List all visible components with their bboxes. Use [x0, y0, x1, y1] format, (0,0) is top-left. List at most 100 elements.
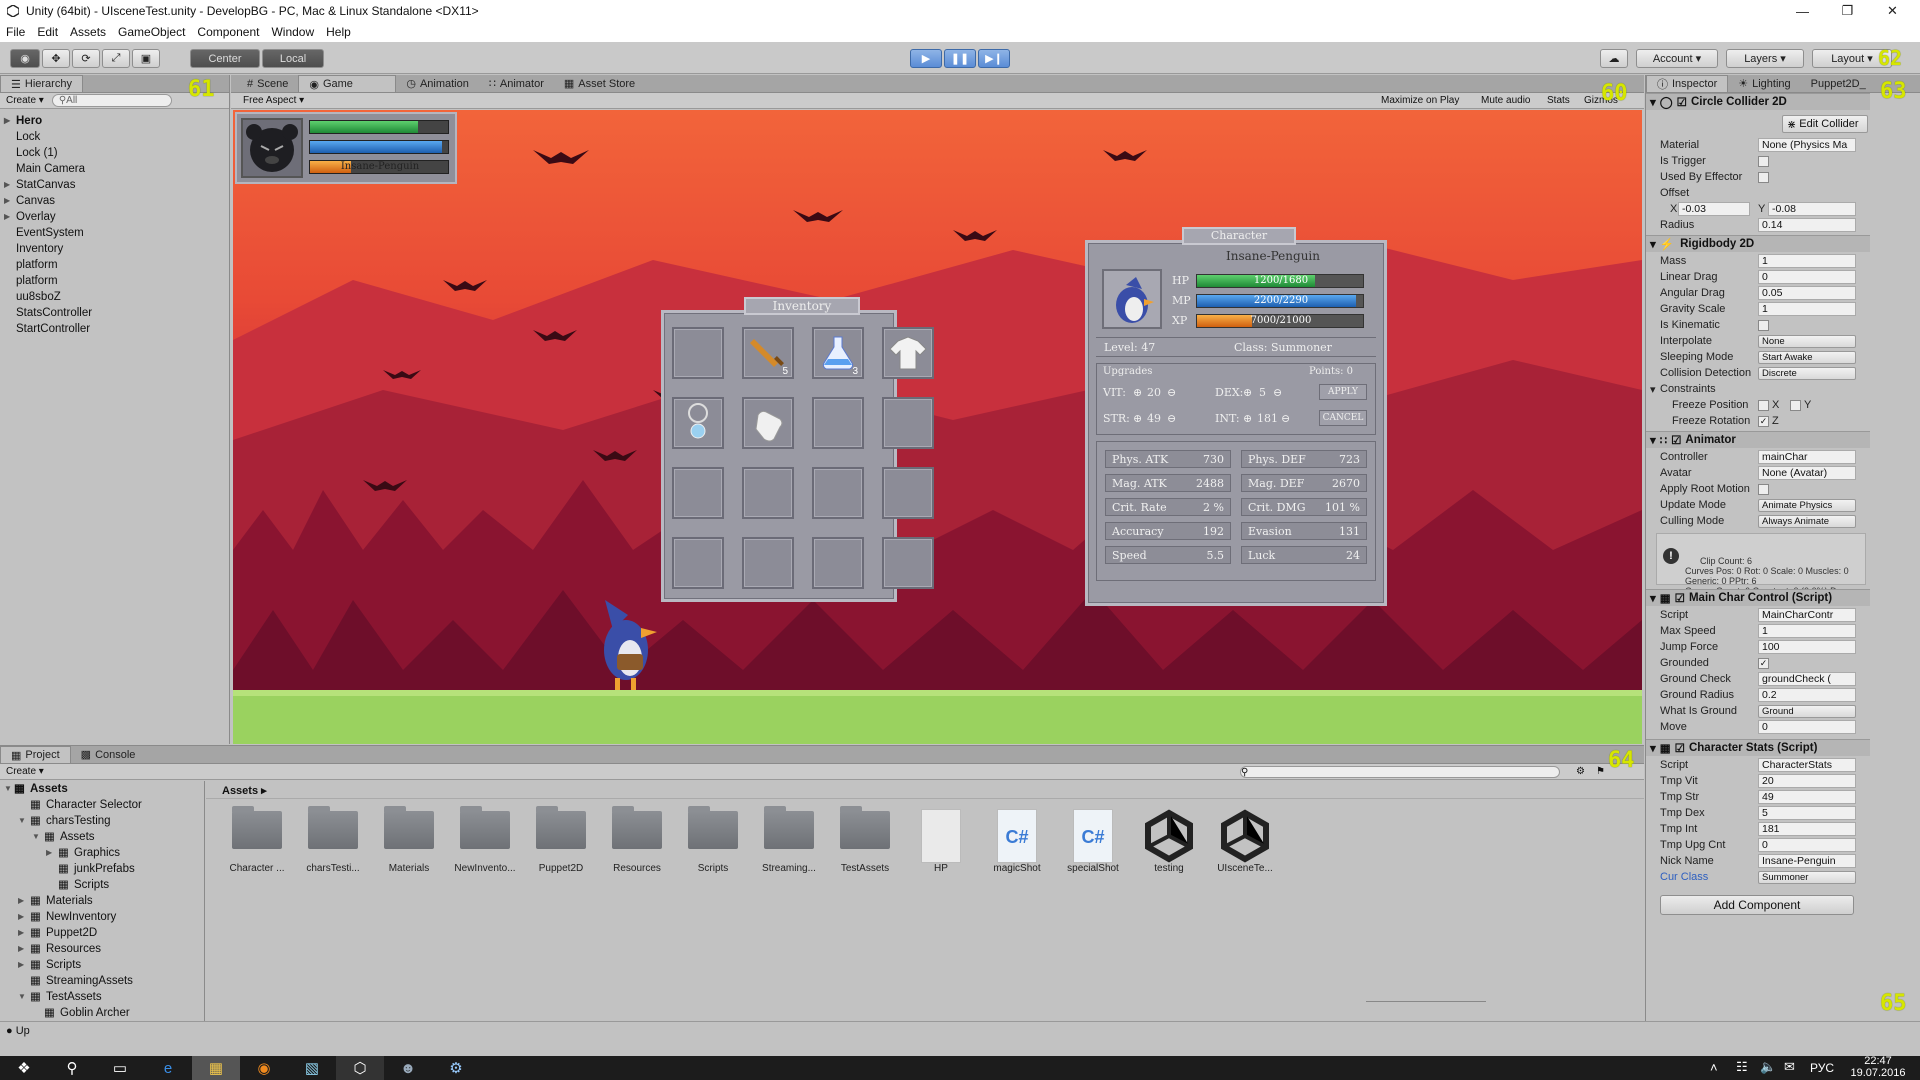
expand-arrow-icon[interactable]: ▶: [4, 177, 10, 193]
menu-window[interactable]: Window: [265, 25, 320, 39]
breadcrumb-assets[interactable]: Assets: [222, 785, 258, 797]
tree-item-testassets[interactable]: ▼ ▦ TestAssets: [0, 989, 204, 1005]
inventory-slot[interactable]: [742, 467, 794, 519]
expand-arrow-icon[interactable]: ▼: [18, 989, 26, 1005]
add-component-button[interactable]: Add Component: [1660, 895, 1854, 915]
inventory-slot-armor[interactable]: [882, 327, 934, 379]
asset-folder[interactable]: Streaming...: [758, 806, 820, 879]
inventory-slot-amulet[interactable]: [672, 397, 724, 449]
main-char-control-header[interactable]: ▾ ▦ ☑ Main Char Control (Script): [1646, 589, 1870, 606]
network-icon[interactable]: ☷: [1736, 1059, 1748, 1075]
collapse-icon[interactable]: ▾: [1650, 383, 1656, 396]
filter-type-icon[interactable]: ⚙: [1576, 766, 1585, 777]
tree-item-charstesting[interactable]: ▼ ▦ charsTesting: [0, 813, 204, 829]
asset-file[interactable]: HP: [910, 809, 972, 879]
enabled-checkbox[interactable]: ☑: [1675, 591, 1685, 605]
project-create-button[interactable]: Create ▾: [6, 766, 44, 777]
hierarchy-item-inventory[interactable]: Inventory: [0, 241, 229, 257]
menu-edit[interactable]: Edit: [31, 25, 64, 39]
tray-chevron-icon[interactable]: ˄: [1710, 1060, 1718, 1075]
taskbar-edge[interactable]: e: [144, 1056, 192, 1080]
maximize-on-play-toggle[interactable]: Maximize on Play: [1381, 95, 1459, 106]
apply-button[interactable]: APPLY: [1319, 384, 1367, 400]
asset-folder[interactable]: Puppet2D: [530, 806, 592, 879]
expand-arrow-icon[interactable]: ▶: [18, 941, 24, 957]
inventory-slot-sword[interactable]: 5: [742, 327, 794, 379]
vit-minus-button[interactable]: ⊖: [1167, 386, 1176, 399]
collapse-icon[interactable]: ▾: [1650, 591, 1656, 605]
tmp-vit-field[interactable]: 20: [1758, 774, 1856, 788]
inventory-slot[interactable]: [672, 467, 724, 519]
move-tool-button[interactable]: ✥: [42, 49, 70, 68]
tab-lighting[interactable]: ☀ Lighting: [1728, 75, 1800, 92]
close-button[interactable]: ✕: [1870, 0, 1915, 22]
tree-item-charstesting-assets[interactable]: ▼ ▦ Assets: [0, 829, 204, 845]
tree-item-graphics[interactable]: ▶ ▦ Graphics: [0, 845, 204, 861]
inventory-slot[interactable]: [812, 397, 864, 449]
tmp-dex-field[interactable]: 5: [1758, 806, 1856, 820]
int-minus-button[interactable]: ⊖: [1281, 412, 1290, 425]
character-stats-header[interactable]: ▾ ▦ ☑ Character Stats (Script): [1646, 739, 1870, 756]
asset-folder[interactable]: NewInvento...: [454, 806, 516, 879]
inventory-slot[interactable]: [672, 327, 724, 379]
inventory-slot[interactable]: [672, 537, 724, 589]
tab-puppet2d[interactable]: Puppet2D_: [1801, 75, 1876, 92]
radius-field[interactable]: 0.14: [1758, 218, 1856, 232]
angular-drag-field[interactable]: 0.05: [1758, 286, 1856, 300]
tmp-int-field[interactable]: 181: [1758, 822, 1856, 836]
step-button[interactable]: ▶❙: [978, 49, 1010, 68]
enabled-checkbox[interactable]: ☑: [1675, 741, 1685, 755]
collision-detection-dropdown[interactable]: Discrete: [1758, 366, 1856, 380]
inventory-slot[interactable]: [882, 467, 934, 519]
inventory-slot-glove[interactable]: [742, 397, 794, 449]
task-view-button[interactable]: ▭: [96, 1056, 144, 1080]
menu-assets[interactable]: Assets: [64, 25, 112, 39]
hierarchy-item-main-camera[interactable]: Main Camera: [0, 161, 229, 177]
asset-folder[interactable]: Resources: [606, 806, 668, 879]
script-field[interactable]: MainCharContr: [1758, 608, 1856, 622]
expand-arrow-icon[interactable]: ▶: [18, 957, 24, 973]
pivot-center-button[interactable]: Center: [190, 49, 260, 68]
tree-item-streamingassets[interactable]: ▦ StreamingAssets: [0, 973, 204, 989]
cancel-button[interactable]: CANCEL: [1319, 410, 1367, 426]
expand-arrow-icon[interactable]: ▶: [4, 209, 10, 225]
notification-icon[interactable]: ✉: [1784, 1059, 1795, 1075]
volume-icon[interactable]: 🔈: [1760, 1059, 1776, 1075]
is-kinematic-checkbox[interactable]: [1758, 319, 1769, 331]
expand-arrow-icon[interactable]: ▼: [4, 781, 12, 797]
inventory-slot[interactable]: [742, 537, 794, 589]
minimize-button[interactable]: —: [1780, 0, 1825, 22]
max-speed-field[interactable]: 1: [1758, 624, 1856, 638]
scale-tool-button[interactable]: ⤢: [102, 49, 130, 68]
str-minus-button[interactable]: ⊖: [1167, 412, 1176, 425]
cloud-button[interactable]: ☁: [1600, 49, 1628, 68]
collapse-icon[interactable]: ▾: [1650, 741, 1656, 755]
collapse-icon[interactable]: ▾: [1650, 237, 1656, 251]
tree-item-character-selector[interactable]: ▦ Character Selector: [0, 797, 204, 813]
expand-arrow-icon[interactable]: ▶: [4, 193, 10, 209]
circle-collider-header[interactable]: ▾ ◯ ☑ Circle Collider 2D: [1646, 93, 1870, 110]
collapse-icon[interactable]: ▾: [1650, 433, 1656, 447]
expand-arrow-icon[interactable]: ▶: [18, 893, 24, 909]
asset-folder[interactable]: TestAssets: [834, 806, 896, 879]
collapse-icon[interactable]: ▾: [1650, 95, 1656, 109]
grounded-checkbox[interactable]: ✓: [1758, 657, 1769, 669]
filter-label-icon[interactable]: ⚑: [1596, 766, 1605, 777]
mass-field[interactable]: 1: [1758, 254, 1856, 268]
tab-animation[interactable]: ◷ Animation: [396, 75, 479, 92]
material-field[interactable]: None (Physics Ma: [1758, 138, 1856, 152]
taskbar-app[interactable]: ▧: [288, 1056, 336, 1080]
clock[interactable]: 22:47 19.07.2016: [1848, 1055, 1908, 1079]
asset-folder[interactable]: Scripts: [682, 806, 744, 879]
int-plus-button[interactable]: ⊕: [1243, 412, 1252, 425]
hierarchy-create-button[interactable]: Create ▾: [6, 95, 44, 106]
asset-script[interactable]: C# specialShot: [1062, 809, 1124, 879]
game-canvas[interactable]: Insane-Penguin Inventory 5 3 Character I…: [233, 110, 1642, 744]
controller-field[interactable]: mainChar: [1758, 450, 1856, 464]
taskbar-firefox[interactable]: ◉: [240, 1056, 288, 1080]
ground-radius-field[interactable]: 0.2: [1758, 688, 1856, 702]
inventory-slot[interactable]: [812, 467, 864, 519]
start-button[interactable]: ❖: [0, 1056, 48, 1080]
hand-tool-button[interactable]: ◉: [10, 49, 40, 68]
asset-script[interactable]: C# magicShot: [986, 809, 1048, 879]
